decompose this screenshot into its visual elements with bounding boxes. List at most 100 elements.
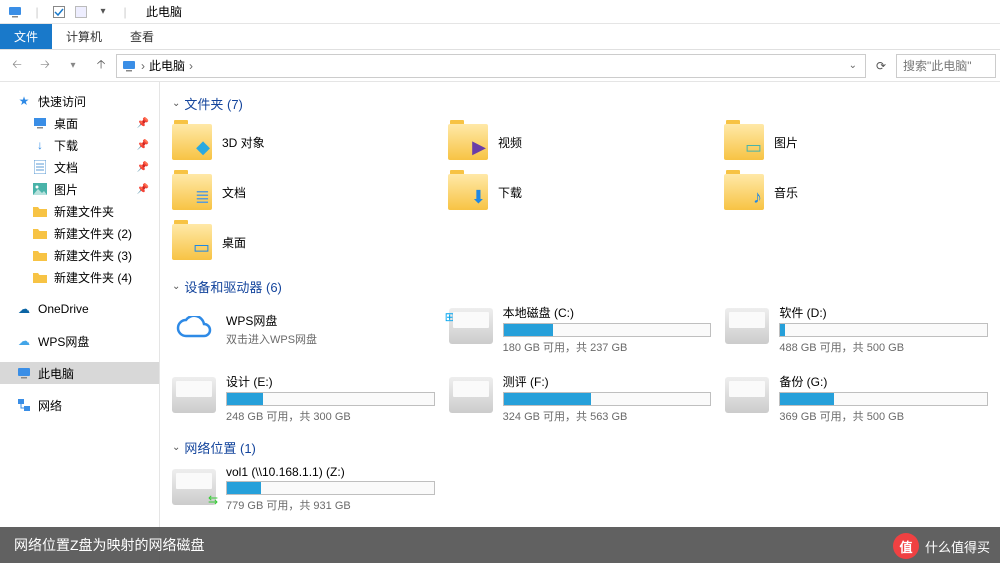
folder-item[interactable]: ▶视频 — [448, 121, 712, 163]
sidebar-quick-access[interactable]: ★ 快速访问 — [0, 90, 159, 112]
sidebar-item[interactable]: 新建文件夹 (2) — [0, 222, 159, 244]
section-netloc-header[interactable]: ⌄ 网络位置 (1) — [172, 438, 988, 457]
recent-dropdown-icon[interactable]: ▾ — [60, 54, 86, 78]
pin-icon: 📌 — [137, 184, 149, 195]
sidebar-item[interactable]: 文档 📌 — [0, 156, 159, 178]
sidebar-wps[interactable]: ☁ WPS网盘 — [0, 330, 159, 352]
drive-item[interactable]: 测评 (F:)324 GB 可用，共 563 GB — [449, 373, 712, 424]
caption-overlay: 网络位置Z盘为映射的网络磁盘 — [0, 527, 1000, 563]
folder-item[interactable]: ♪ 音乐 — [724, 171, 988, 213]
drive-stat: 248 GB 可用，共 300 GB — [226, 408, 435, 424]
refresh-button[interactable]: ⟳ — [868, 54, 894, 78]
chevron-down-icon: ⌄ — [172, 98, 180, 109]
sidebar-item[interactable]: 图片 📌 — [0, 178, 159, 200]
drive-icon: ⇆ — [172, 469, 216, 505]
folder-icon: ♪ — [724, 174, 764, 210]
back-button[interactable]: 🡠 — [4, 54, 30, 78]
star-icon: ★ — [16, 93, 32, 109]
drive-item[interactable]: 设计 (E:)248 GB 可用，共 300 GB — [172, 373, 435, 424]
folder-icon: ▶ — [448, 124, 488, 160]
window-title: 此电脑 — [146, 3, 182, 20]
sidebar-item[interactable]: 新建文件夹 (4) — [0, 266, 159, 288]
sidebar-item-label: 文档 — [54, 159, 78, 176]
folder-item[interactable]: ▭桌面 — [172, 221, 436, 263]
drive-stat: 779 GB 可用，共 931 GB — [226, 497, 435, 513]
up-button[interactable]: 🡡 — [88, 54, 114, 78]
section-folders-header[interactable]: ⌄ 文件夹 (7) — [172, 94, 988, 113]
caption-text: 网络位置Z盘为映射的网络磁盘 — [14, 535, 205, 555]
breadcrumb[interactable]: 此电脑 — [149, 57, 185, 74]
folder-label: 音乐 — [774, 184, 798, 201]
sidebar-item-label: 新建文件夹 (4) — [54, 269, 132, 286]
sidebar-item[interactable]: 桌面📌 — [0, 112, 159, 134]
ribbon-tabs: 文件 计算机 查看 — [0, 24, 1000, 50]
folder-label: 下载 — [498, 184, 522, 201]
section-title: 网络位置 (1) — [184, 438, 256, 457]
drive-item[interactable]: 备份 (G:) 369 GB 可用，共 500 GB — [725, 373, 988, 424]
qat-separator: | — [116, 3, 134, 21]
folder-label: 图片 — [774, 134, 798, 151]
sidebar-onedrive[interactable]: ☁ OneDrive — [0, 298, 159, 320]
sidebar-item-label: 桌面 — [54, 115, 78, 132]
address-dropdown-icon[interactable]: ⌄ — [845, 60, 861, 71]
folder-icon: ▭ — [172, 224, 212, 260]
pc-icon — [16, 365, 32, 381]
chevron-right-icon[interactable] — [141, 59, 145, 73]
sidebar-label: OneDrive — [38, 302, 89, 316]
qat-separator: | — [28, 3, 46, 21]
drive-icon — [725, 377, 769, 413]
tab-file[interactable]: 文件 — [0, 24, 52, 49]
folder-icon — [32, 225, 48, 241]
brand-icon: 值 — [893, 533, 919, 559]
sidebar-label: WPS网盘 — [38, 333, 89, 350]
chevron-right-icon[interactable] — [189, 59, 193, 73]
folder-icon — [32, 269, 48, 285]
drive-icon — [172, 377, 216, 413]
forward-button[interactable]: 🡢 — [32, 54, 58, 78]
address-bar[interactable]: 此电脑 ⌄ — [116, 54, 866, 78]
qat-blank-icon[interactable] — [72, 3, 90, 21]
capacity-bar — [779, 392, 988, 406]
drive-stat: 369 GB 可用，共 500 GB — [779, 408, 988, 424]
cloud-icon: ☁ — [16, 301, 32, 317]
drive-wps[interactable]: WPS网盘双击进入WPS网盘 — [172, 304, 435, 355]
drive-item[interactable]: ⊞本地磁盘 (C:)180 GB 可用，共 237 GB — [449, 304, 712, 355]
qat-checkbox-icon[interactable] — [50, 3, 68, 21]
search-input[interactable]: 搜索"此电脑" — [896, 54, 996, 78]
doc-icon — [32, 159, 48, 175]
nav-bar: 🡠 🡢 ▾ 🡡 此电脑 ⌄ ⟳ 搜索"此电脑" — [0, 50, 1000, 82]
sidebar-item-label: 图片 — [54, 181, 78, 198]
sidebar-label: 此电脑 — [38, 365, 74, 382]
content-pane: ⌄ 文件夹 (7) ◆3D 对象▶视频▭图片≣文档⬇下载♪音乐▭桌面 ⌄ 设备和… — [160, 82, 1000, 563]
capacity-bar — [503, 323, 712, 337]
folder-item[interactable]: ◆3D 对象 — [172, 121, 436, 163]
section-drives-header[interactable]: ⌄ 设备和驱动器 (6) — [172, 277, 988, 296]
pin-icon: 📌 — [137, 162, 149, 173]
tab-view[interactable]: 查看 — [116, 24, 168, 49]
sidebar-item[interactable]: 新建文件夹 (3) — [0, 244, 159, 266]
qat-dropdown-icon[interactable]: ▾ — [94, 3, 112, 21]
sidebar-item-label: 下载 — [54, 137, 78, 154]
pc-icon — [121, 58, 137, 74]
sidebar: ★ 快速访问 桌面📌↓下载📌 文档 📌 图片 📌 新建文件夹新建文件夹 (2) 新建文件夹 … — [0, 82, 160, 563]
cloud-icon — [172, 308, 216, 352]
folder-item[interactable]: ≣文档 — [172, 171, 436, 213]
drive-name: WPS网盘 — [226, 312, 317, 329]
drive-stat: 324 GB 可用，共 563 GB — [503, 408, 712, 424]
network-drive-item[interactable]: ⇆vol1 (\\10.168.1.1) (Z:)779 GB 可用，共 931… — [172, 465, 435, 513]
folder-item[interactable]: ▭图片 — [724, 121, 988, 163]
tab-computer[interactable]: 计算机 — [52, 24, 116, 49]
sidebar-item[interactable]: ↓下载📌 — [0, 134, 159, 156]
folder-icon: ⬇ — [448, 174, 488, 210]
sidebar-network[interactable]: 网络 — [0, 394, 159, 416]
folder-item[interactable]: ⬇ 下载 — [448, 171, 712, 213]
section-title: 文件夹 (7) — [184, 94, 243, 113]
sidebar-this-pc[interactable]: 此电脑 — [0, 362, 159, 384]
network-icon — [16, 397, 32, 413]
drive-item[interactable]: 软件 (D:)488 GB 可用，共 500 GB — [725, 304, 988, 355]
folder-label: 文档 — [222, 184, 246, 201]
drive-name: 备份 (G:) — [779, 373, 988, 390]
sidebar-item-label: 新建文件夹 — [54, 203, 114, 220]
sidebar-item-label: 新建文件夹 (2) — [54, 225, 132, 242]
sidebar-item[interactable]: 新建文件夹 — [0, 200, 159, 222]
